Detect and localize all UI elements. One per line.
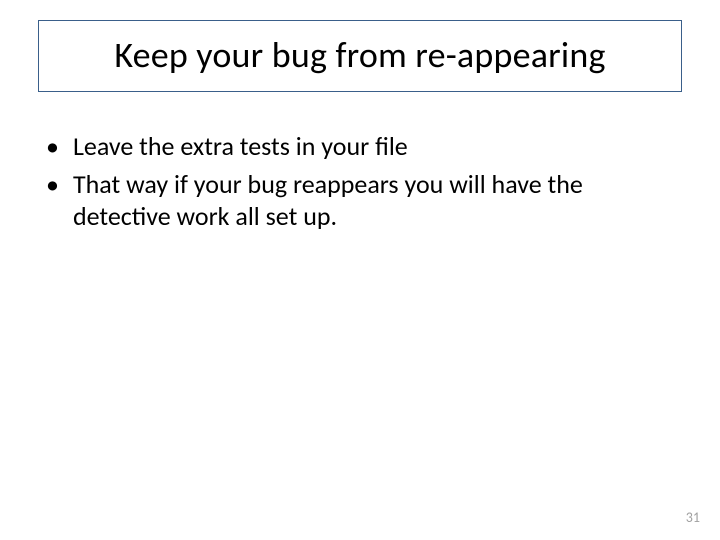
list-item: • That way if your bug reappears you wil… — [38, 168, 682, 233]
page-number: 31 — [686, 509, 700, 526]
title-container: Keep your bug from re-appearing — [38, 20, 682, 92]
bullet-icon: • — [46, 168, 59, 202]
bullet-text: Leave the extra tests in your file — [73, 130, 682, 163]
content-area: • Leave the extra tests in your file • T… — [38, 130, 682, 237]
bullet-icon: • — [46, 130, 59, 164]
slide-title: Keep your bug from re-appearing — [59, 33, 661, 77]
list-item: • Leave the extra tests in your file — [38, 130, 682, 164]
bullet-text: That way if your bug reappears you will … — [73, 168, 682, 233]
